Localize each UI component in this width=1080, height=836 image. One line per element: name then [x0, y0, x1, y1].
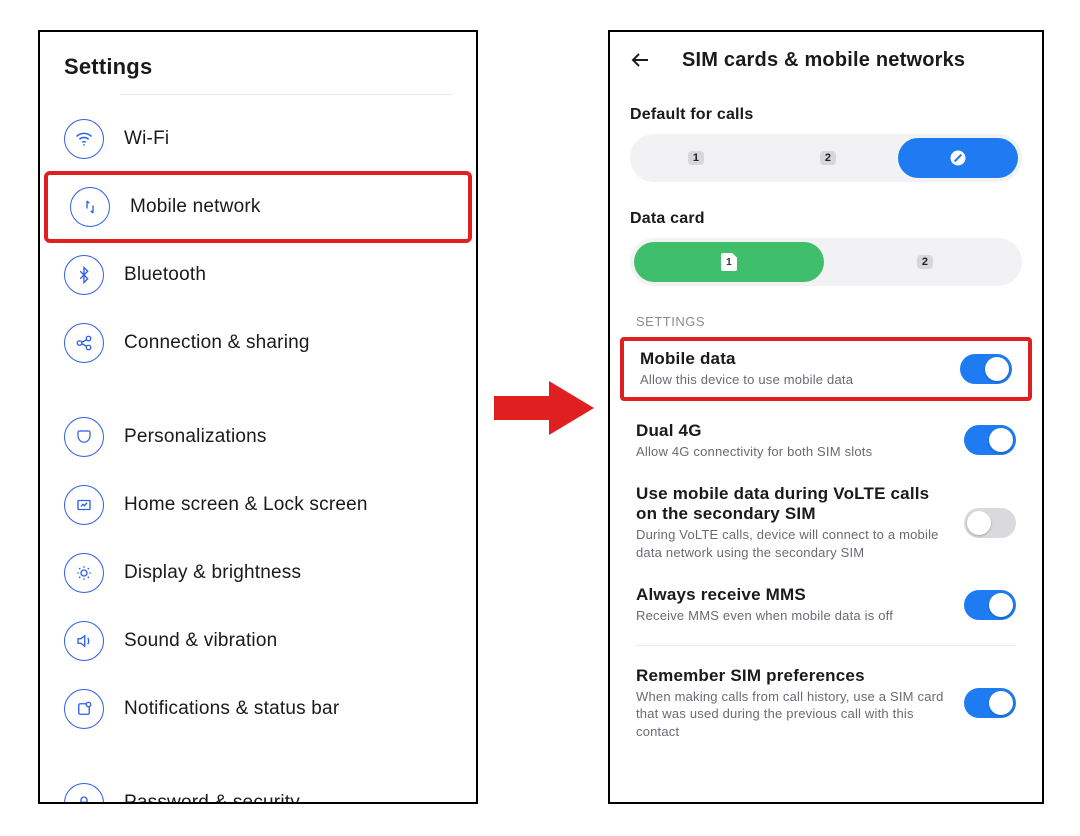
- sim-card-icon: 1: [721, 253, 737, 271]
- settings-item-label: Notifications & status bar: [124, 698, 452, 720]
- settings-item-label: Home screen & Lock screen: [124, 494, 452, 516]
- row-always-mms[interactable]: Always receive MMS Receive MMS even when…: [610, 573, 1042, 637]
- settings-item-mobile-network[interactable]: Mobile network: [46, 173, 470, 241]
- settings-item-bluetooth[interactable]: Bluetooth: [40, 241, 476, 309]
- arrow-icon: [494, 378, 594, 438]
- row-title: Remember SIM preferences: [636, 666, 950, 686]
- notification-icon: [64, 689, 104, 729]
- row-subtitle: Allow 4G connectivity for both SIM slots: [636, 443, 950, 461]
- row-title: Always receive MMS: [636, 585, 950, 605]
- settings-item-personalizations[interactable]: Personalizations: [40, 403, 476, 471]
- row-subtitle: Receive MMS even when mobile data is off: [636, 607, 950, 625]
- sim-1-chip: 1: [688, 151, 704, 165]
- personalizations-icon: [64, 417, 104, 457]
- settings-item-wifi[interactable]: Wi-Fi: [40, 105, 476, 173]
- settings-section-header: SETTINGS: [610, 288, 1042, 337]
- data-card-selector: 1 2: [630, 238, 1022, 286]
- settings-item-label: Bluetooth: [124, 264, 452, 286]
- calls-option-1[interactable]: 1: [630, 134, 762, 182]
- row-volte-data[interactable]: Use mobile data during VoLTE calls on th…: [610, 472, 1042, 573]
- settings-item-connection-sharing[interactable]: Connection & sharing: [40, 309, 476, 377]
- row-text: Always receive MMS Receive MMS even when…: [636, 585, 950, 625]
- row-text: Dual 4G Allow 4G connectivity for both S…: [636, 421, 950, 461]
- no-sim-icon: [948, 148, 968, 168]
- settings-item-label: Password & security: [124, 792, 452, 804]
- row-text: Mobile data Allow this device to use mob…: [640, 349, 946, 389]
- brightness-icon: [64, 553, 104, 593]
- calls-option-ask[interactable]: [898, 138, 1018, 178]
- toggle-volte-data[interactable]: [964, 508, 1016, 538]
- toggle-remember-sim[interactable]: [964, 688, 1016, 718]
- row-text: Use mobile data during VoLTE calls on th…: [636, 484, 950, 561]
- row-title: Dual 4G: [636, 421, 950, 441]
- sound-icon: [64, 621, 104, 661]
- row-subtitle: Allow this device to use mobile data: [640, 371, 946, 389]
- default-calls-selector: 1 2: [630, 134, 1022, 182]
- toggle-mobile-data[interactable]: [960, 354, 1012, 384]
- settings-item-display-brightness[interactable]: Display & brightness: [40, 539, 476, 607]
- row-remember-sim[interactable]: Remember SIM preferences When making cal…: [610, 654, 1042, 753]
- left-phone: Settings Wi-Fi Mobile network Bluetooth: [38, 30, 478, 804]
- group-gap: [40, 743, 476, 769]
- settings-item-home-lock[interactable]: Home screen & Lock screen: [40, 471, 476, 539]
- data-option-1[interactable]: 1: [634, 242, 824, 282]
- lock-icon: [64, 783, 104, 804]
- row-subtitle: During VoLTE calls, device will connect …: [636, 526, 950, 561]
- data-option-2[interactable]: 2: [828, 238, 1022, 286]
- bluetooth-icon: [64, 255, 104, 295]
- default-calls-label: Default for calls: [630, 106, 1022, 124]
- connection-sharing-icon: [64, 323, 104, 363]
- sim-2-chip: 2: [917, 255, 933, 269]
- settings-item-notifications[interactable]: Notifications & status bar: [40, 675, 476, 743]
- settings-item-password-security[interactable]: Password & security: [40, 769, 476, 804]
- settings-item-label: Display & brightness: [124, 562, 452, 584]
- settings-item-sound-vibration[interactable]: Sound & vibration: [40, 607, 476, 675]
- data-card-section: Data card 1 2: [610, 200, 1042, 288]
- row-subtitle: When making calls from call history, use…: [636, 688, 950, 741]
- settings-item-label: Connection & sharing: [124, 332, 452, 354]
- settings-item-label: Personalizations: [124, 426, 452, 448]
- sim-2-chip: 2: [820, 151, 836, 165]
- page-title: SIM cards & mobile networks: [652, 49, 1024, 72]
- home-lock-icon: [64, 485, 104, 525]
- settings-item-label: Wi-Fi: [124, 128, 452, 150]
- mobile-network-icon: [70, 187, 110, 227]
- calls-option-2[interactable]: 2: [762, 134, 894, 182]
- divider: [636, 645, 1016, 646]
- row-mobile-data[interactable]: Mobile data Allow this device to use mob…: [620, 337, 1032, 401]
- settings-title: Settings: [40, 32, 476, 94]
- row-title: Use mobile data during VoLTE calls on th…: [636, 484, 950, 524]
- row-dual-4g[interactable]: Dual 4G Allow 4G connectivity for both S…: [610, 401, 1042, 473]
- toggle-always-mms[interactable]: [964, 590, 1016, 620]
- settings-item-label: Sound & vibration: [124, 630, 452, 652]
- row-text: Remember SIM preferences When making cal…: [636, 666, 950, 741]
- wifi-icon: [64, 119, 104, 159]
- group-gap: [40, 377, 476, 403]
- toggle-dual-4g[interactable]: [964, 425, 1016, 455]
- default-calls-section: Default for calls 1 2: [610, 96, 1042, 184]
- right-phone: SIM cards & mobile networks Default for …: [608, 30, 1044, 804]
- settings-list: Wi-Fi Mobile network Bluetooth Connectio…: [40, 95, 476, 804]
- data-card-label: Data card: [630, 210, 1022, 228]
- settings-item-label: Mobile network: [130, 196, 446, 218]
- right-header: SIM cards & mobile networks: [610, 32, 1042, 82]
- back-button[interactable]: [628, 48, 652, 72]
- row-title: Mobile data: [640, 349, 946, 369]
